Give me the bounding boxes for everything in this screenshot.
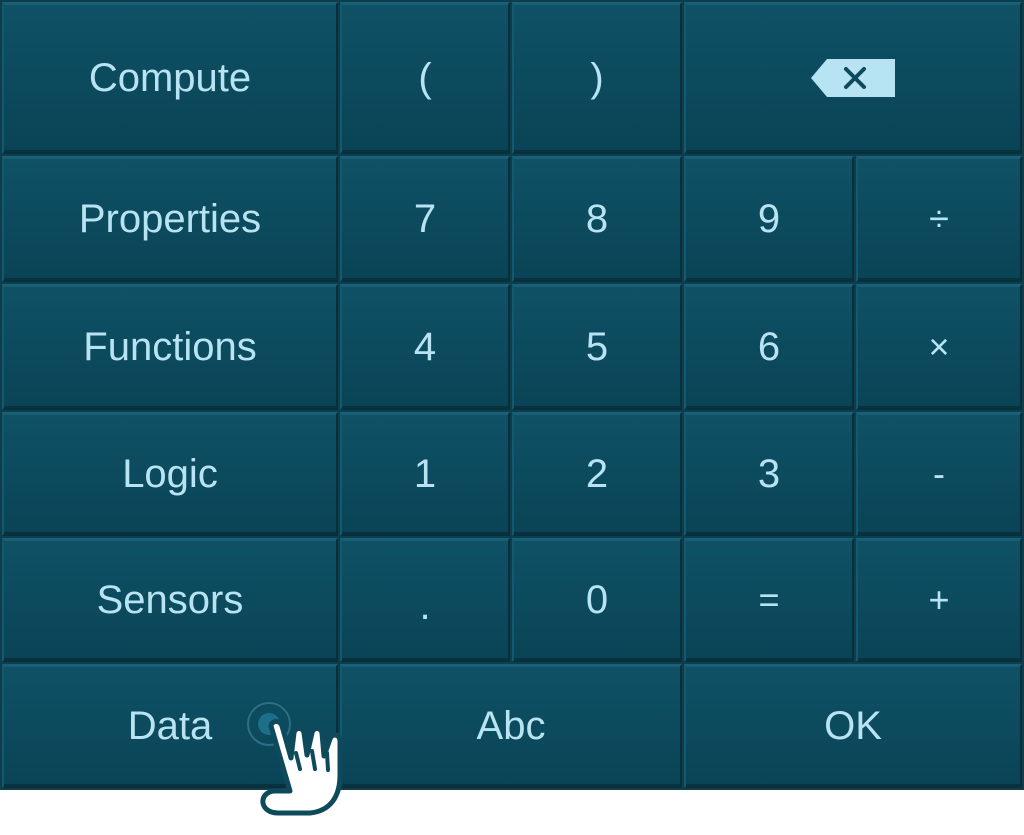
digit-2-key[interactable]: 2: [512, 412, 682, 536]
open-paren-key-label: (: [418, 55, 432, 100]
open-paren-key[interactable]: (: [340, 2, 510, 154]
backspace-icon: [811, 59, 895, 97]
sensors-key-label: Sensors: [96, 577, 244, 622]
compute-key[interactable]: Compute: [2, 2, 338, 154]
digit-3-label: 3: [757, 451, 781, 496]
ok-key[interactable]: OK: [684, 664, 1022, 788]
digit-1-label: 1: [413, 451, 437, 496]
properties-key[interactable]: Properties: [2, 156, 338, 282]
digit-7-key[interactable]: 7: [340, 156, 510, 282]
digit-6-label: 6: [757, 324, 781, 369]
plus-key[interactable]: +: [856, 538, 1022, 662]
close-paren-key-label: ): [590, 55, 604, 100]
digit-5-key[interactable]: 5: [512, 284, 682, 410]
abc-key[interactable]: Abc: [340, 664, 682, 788]
digit-8-key[interactable]: 8: [512, 156, 682, 282]
minus-key-label: -: [933, 453, 945, 494]
digit-0-key[interactable]: 0: [512, 538, 682, 662]
digit-5-label: 5: [585, 324, 609, 369]
functions-key-label: Functions: [83, 324, 257, 369]
digit-2-label: 2: [585, 451, 609, 496]
plus-key-label: +: [928, 579, 950, 620]
backspace-key[interactable]: [684, 2, 1022, 154]
digit-8-label: 8: [585, 196, 609, 241]
digit-4-label: 4: [413, 324, 437, 369]
data-key-label: Data: [127, 703, 213, 748]
digit-1-key[interactable]: 1: [340, 412, 510, 536]
decimal-key-label: .: [419, 583, 431, 628]
data-key[interactable]: Data: [2, 664, 338, 788]
logic-key[interactable]: Logic: [2, 412, 338, 536]
digit-3-key[interactable]: 3: [684, 412, 854, 536]
equals-key[interactable]: =: [684, 538, 854, 662]
minus-key[interactable]: -: [856, 412, 1022, 536]
multiply-key[interactable]: ×: [856, 284, 1022, 410]
equals-key-label: =: [758, 579, 780, 620]
close-paren-key[interactable]: ): [512, 2, 682, 154]
sensors-key[interactable]: Sensors: [2, 538, 338, 662]
properties-key-label: Properties: [78, 196, 262, 241]
divide-key[interactable]: ÷: [856, 156, 1022, 282]
functions-key[interactable]: Functions: [2, 284, 338, 410]
digit-0-label: 0: [585, 577, 609, 622]
digit-7-label: 7: [413, 196, 437, 241]
digit-9-key[interactable]: 9: [684, 156, 854, 282]
digit-4-key[interactable]: 4: [340, 284, 510, 410]
keypad: Compute ( ) Properties 7 8 9 ÷ Functions…: [0, 0, 1024, 790]
ok-key-label: OK: [824, 703, 882, 748]
divide-key-label: ÷: [929, 198, 949, 239]
multiply-key-label: ×: [928, 326, 950, 367]
digit-6-key[interactable]: 6: [684, 284, 854, 410]
compute-key-label: Compute: [88, 55, 252, 100]
logic-key-label: Logic: [122, 451, 218, 496]
digit-9-label: 9: [757, 196, 781, 241]
decimal-key[interactable]: .: [340, 538, 510, 662]
abc-key-label: Abc: [476, 703, 546, 748]
